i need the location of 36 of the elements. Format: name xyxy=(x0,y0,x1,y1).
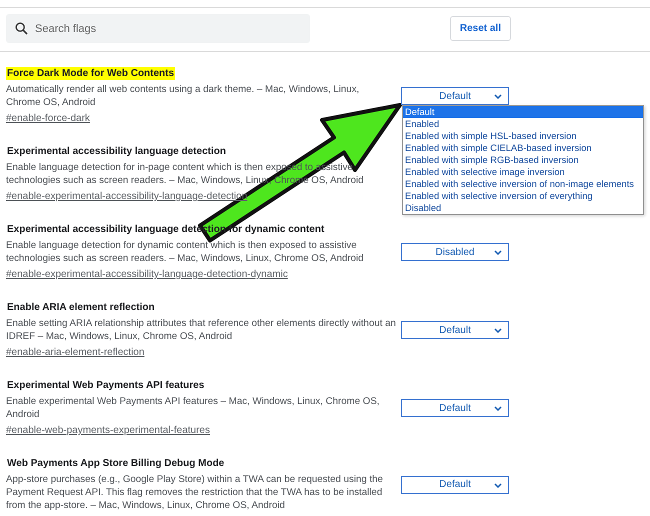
flag-link[interactable]: #enable-experimental-accessibility-language-detection-dynamic xyxy=(6,268,288,281)
caret-icon xyxy=(494,94,502,99)
dropdown-option[interactable]: Enabled with simple RGB-based inversion xyxy=(403,154,643,166)
dropdown-option[interactable]: Enabled with simple CIELAB-based inversion xyxy=(403,142,643,154)
flag-dropdown[interactable]: Disabled xyxy=(401,243,509,261)
flag-description: Enable language detection for dynamic content which is then exposed to assistive technologies such as screen readers. – Mac, Windows, Linux, Chrome OS, Android xyxy=(6,239,365,265)
flag-link[interactable]: #enable-web-payments-experimental-features xyxy=(6,424,210,437)
search-icon xyxy=(15,22,28,35)
flag-title: Experimental Web Payments API features xyxy=(6,379,206,392)
dropdown-option[interactable]: Disabled xyxy=(403,202,643,214)
flag-title: Experimental accessibility language detection xyxy=(6,145,227,158)
dropdown-option[interactable]: Enabled with selective inversion of everything xyxy=(403,190,643,202)
flag-description: Enable experimental Web Payments API features – Mac, Windows, Linux, Chrome OS, Android xyxy=(6,395,380,421)
flag-link[interactable]: #enable-force-dark xyxy=(6,112,90,125)
caret-icon xyxy=(494,250,502,255)
search-field[interactable]: Search flags xyxy=(6,14,310,43)
caret-icon xyxy=(494,406,502,411)
flag-dropdown[interactable]: Default xyxy=(401,321,509,339)
dropdown-option[interactable]: Enabled with selective image inversion xyxy=(403,166,643,178)
flag-dropdown[interactable]: Default xyxy=(401,87,509,105)
flag-description: App-store purchases (e.g., Google Play Store) within a TWA can be requested using the Payment Request API. This flag removes the restriction that the TWA has to be installed from the app-store. – Mac, Windows, Linux, Chrome OS, Android xyxy=(6,473,384,512)
flag-link[interactable]: #enable-aria-element-reflection xyxy=(6,346,144,359)
flag-title: Enable ARIA element reflection xyxy=(6,301,156,314)
caret-icon xyxy=(494,482,502,488)
flag-description: Enable setting ARIA relationship attributes that reference other elements directly without an IDREF – Mac, Windows, Linux, Chrome OS, Android xyxy=(6,317,396,343)
flag-title: Web Payments App Store Billing Debug Mode xyxy=(6,457,226,470)
flag-dropdown[interactable]: Default xyxy=(401,476,509,494)
caret-icon xyxy=(494,328,502,333)
dropdown-option[interactable]: Enabled xyxy=(403,118,643,130)
flag-dropdown[interactable]: Default xyxy=(401,399,509,417)
flag-description: Automatically render all web contents using a dark theme. – Mac, Windows, Linux, Chrome OS, Android xyxy=(6,83,360,109)
reset-all-button[interactable]: Reset all xyxy=(450,16,511,41)
dropdown-option[interactable]: Default xyxy=(403,106,643,118)
flag-title: Force Dark Mode for Web Contents xyxy=(6,67,176,80)
dropdown-option[interactable]: Enabled with simple HSL-based inversion xyxy=(403,130,643,142)
dropdown-option[interactable]: Enabled with selective inversion of non-image elements xyxy=(403,178,643,190)
